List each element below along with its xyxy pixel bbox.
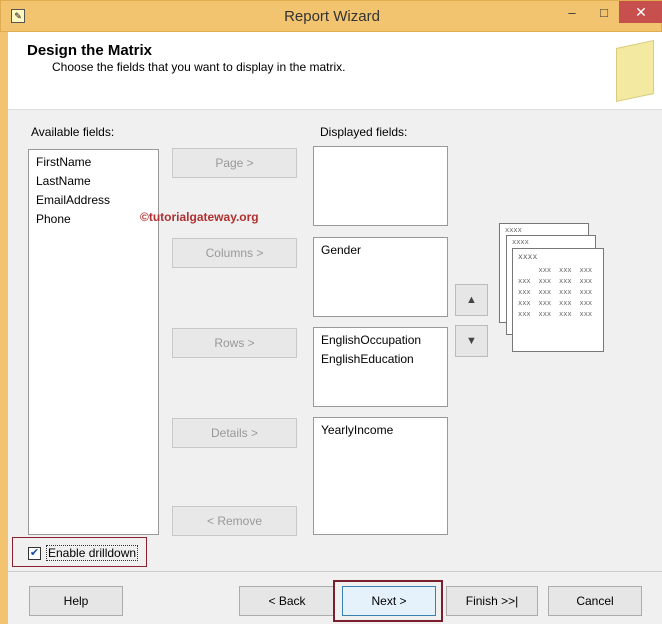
- list-item[interactable]: EnglishOccupation: [321, 331, 440, 350]
- page-subtitle: Choose the fields that you want to displ…: [52, 60, 346, 74]
- row-fields-list[interactable]: EnglishOccupation EnglishEducation: [313, 327, 448, 407]
- list-item[interactable]: EmailAddress: [36, 191, 151, 210]
- preview-cell: xxx: [518, 288, 531, 296]
- preview-cell: xxx: [538, 299, 552, 307]
- preview-grid: xxx xxx xxx xxx xxx xxx xxx xxx xxx xxx xxx xxx x…: [518, 265, 598, 320]
- move-down-button[interactable]: ▼: [455, 325, 488, 357]
- next-button[interactable]: Next >: [342, 586, 436, 616]
- preview-cell: xxx: [518, 310, 531, 318]
- arrow-up-icon: ▲: [466, 294, 477, 306]
- divider: [8, 571, 662, 572]
- rows-button[interactable]: Rows >: [172, 328, 297, 358]
- drilldown-label: Enable drilldown: [46, 545, 139, 561]
- checkbox-checked-icon[interactable]: ✔: [28, 546, 41, 560]
- preview-cell: xxx: [579, 299, 593, 307]
- back-button[interactable]: < Back: [239, 586, 335, 616]
- enable-drilldown-checkbox[interactable]: ✔ Enable drilldown: [28, 545, 139, 561]
- preview-header: xxxx: [512, 238, 529, 246]
- preview-cell: xxx: [559, 288, 572, 296]
- minimize-button[interactable]: –: [559, 5, 585, 23]
- maximize-button[interactable]: □: [591, 5, 617, 23]
- preview-cell: xxx: [579, 288, 593, 296]
- details-button[interactable]: Details >: [172, 418, 297, 448]
- list-item[interactable]: Phone: [36, 210, 151, 229]
- preview-sheet: xxxx xxx xxx xxx xxx xxx xxx xxx xxx xxx xxx xxx…: [512, 248, 604, 352]
- list-item[interactable]: YearlyIncome: [321, 421, 440, 440]
- cancel-button[interactable]: Cancel: [548, 586, 642, 616]
- remove-button[interactable]: < Remove: [172, 506, 297, 536]
- preview-cell: xxx: [538, 310, 552, 318]
- move-up-button[interactable]: ▲: [455, 284, 488, 316]
- title-bar: ✎ Report Wizard – □ ✕: [0, 0, 662, 32]
- available-fields-list[interactable]: FirstName LastName EmailAddress Phone: [28, 149, 159, 535]
- page-fields-list[interactable]: [313, 146, 448, 226]
- available-fields-label: Available fields:: [31, 125, 115, 139]
- preview-cell: xxx: [538, 277, 552, 285]
- preview-cell: xxx: [579, 277, 593, 285]
- columns-button[interactable]: Columns >: [172, 238, 297, 268]
- page-button[interactable]: Page >: [172, 148, 297, 178]
- detail-fields-list[interactable]: YearlyIncome: [313, 417, 448, 535]
- preview-cell: xxx: [518, 299, 531, 307]
- preview-header: xxxx: [518, 252, 538, 261]
- list-item[interactable]: Gender: [321, 241, 440, 260]
- list-item[interactable]: FirstName: [36, 153, 151, 172]
- help-button[interactable]: Help: [29, 586, 123, 616]
- displayed-fields-label: Displayed fields:: [320, 125, 408, 139]
- document-icon: [616, 39, 654, 103]
- matrix-preview: xxxx xxxx xxxx xxx xxx xxx xxx xxx xxx xxx xx…: [496, 220, 608, 354]
- preview-cell: xxx: [538, 266, 552, 274]
- watermark: ©tutorialgateway.org: [140, 210, 259, 224]
- preview-cell: xxx: [559, 310, 572, 318]
- finish-button[interactable]: Finish >>|: [446, 586, 538, 616]
- preview-cell: xxx: [559, 299, 572, 307]
- close-button[interactable]: ✕: [619, 1, 662, 23]
- column-fields-list[interactable]: Gender: [313, 237, 448, 317]
- list-item[interactable]: LastName: [36, 172, 151, 191]
- preview-header: xxxx: [505, 226, 522, 234]
- preview-cell: xxx: [579, 310, 593, 318]
- wizard-header: Design the Matrix Choose the fields that…: [8, 32, 662, 110]
- preview-cell: xxx: [538, 288, 552, 296]
- window-border: [0, 32, 8, 624]
- preview-cell: xxx: [579, 266, 593, 274]
- preview-cell: xxx: [559, 266, 572, 274]
- page-title: Design the Matrix: [27, 42, 153, 59]
- list-item[interactable]: EnglishEducation: [321, 350, 440, 369]
- preview-cell: xxx: [518, 277, 531, 285]
- arrow-down-icon: ▼: [466, 335, 477, 347]
- preview-cell: xxx: [559, 277, 572, 285]
